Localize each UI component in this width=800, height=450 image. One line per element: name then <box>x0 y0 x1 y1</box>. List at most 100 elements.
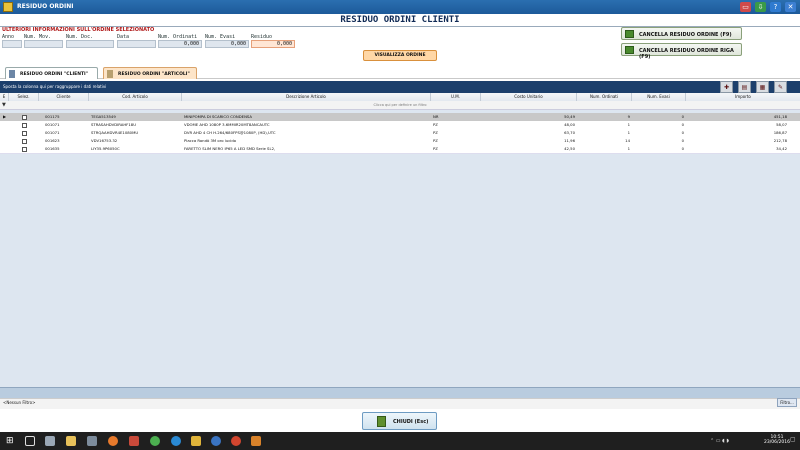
title-bar: RESIDUO ORDINI ▭ ⇩ ? ✕ <box>0 0 800 14</box>
cell-descrizione: MINIPOMPA DI SCARICO CONDENSA <box>184 114 252 119</box>
cell-costo: 48,00 <box>564 122 575 127</box>
cell-um: PZ <box>433 146 438 151</box>
tray-icons[interactable]: ⌃ ▭ ◖ ◗ <box>710 438 729 444</box>
row-checkbox[interactable] <box>22 130 27 136</box>
visualizza-ordine-button[interactable]: VISUALIZZA ORDINE <box>363 50 437 61</box>
col-header-num-evasi[interactable]: Num. Evasi <box>632 93 686 101</box>
taskbar-clock[interactable]: 10:51 23/06/2016 <box>764 435 790 445</box>
field-num-ordinati: 0,000 <box>158 40 202 48</box>
cell-importo: 58,07 <box>776 122 787 127</box>
document-icon <box>107 70 113 78</box>
cell-costo: 50,49 <box>564 114 575 119</box>
firefox-icon[interactable] <box>108 436 118 446</box>
cancella-residuo-riga-button[interactable]: CANCELLA RESIDUO ORDINE RIGA (F9) <box>621 43 742 60</box>
field-anno <box>2 40 22 48</box>
col-header-e[interactable]: E <box>0 93 9 101</box>
cell-costo: 63,70 <box>564 130 575 135</box>
windows-start-icon[interactable]: ⊞ <box>6 436 16 446</box>
tab-clienti[interactable]: RESIDUO ORDINI "CLIENTI" <box>5 67 98 79</box>
row-checkbox[interactable] <box>22 114 27 120</box>
col-header-um[interactable]: U.M. <box>431 93 481 101</box>
app-icon-3[interactable] <box>129 436 139 446</box>
internet-explorer-icon[interactable] <box>171 436 181 446</box>
cell-codice: STRASAHDVDIRAHF18U <box>91 122 136 127</box>
cell-um: PZ <box>433 130 438 135</box>
window-title: RESIDUO ORDINI <box>17 3 74 10</box>
field-num-evasi: 0,000 <box>205 40 249 48</box>
cell-cliente: 001623 <box>45 138 60 143</box>
filter-button[interactable]: Filtro... <box>777 398 797 407</box>
col-header-selez[interactable]: Selez. <box>9 93 39 101</box>
cell-cliente: 001071 <box>45 122 60 127</box>
cell-costo: 11,96 <box>564 138 575 143</box>
cell-evasi: 0 <box>681 122 684 127</box>
col-header-num-ordinati[interactable]: Num. Ordinati <box>577 93 632 101</box>
app-icon-4[interactable] <box>191 436 201 446</box>
cell-codice: LIY35.9P6050C <box>91 146 120 151</box>
cancella-residuo-ordine-button[interactable]: CANCELLA RESIDUO ORDINE (F9) <box>621 27 742 40</box>
cell-evasi: 0 <box>681 146 684 151</box>
cell-codice: TEGA513549 <box>91 114 116 119</box>
task-view-icon[interactable] <box>25 436 35 446</box>
row-checkbox[interactable] <box>22 146 27 152</box>
document-icon <box>9 70 15 78</box>
file-explorer-icon[interactable] <box>66 436 76 446</box>
cell-evasi: 0 <box>681 114 684 119</box>
row-checkbox[interactable] <box>22 122 27 128</box>
page-title: RESIDUO ORDINI CLIENTI <box>0 14 800 27</box>
print-icon[interactable]: ▤ <box>738 81 751 93</box>
field-residuo: 0,000 <box>251 40 295 48</box>
close-icon[interactable]: ✕ <box>785 2 796 12</box>
col-header-cod-articolo[interactable]: Cod. Articolo <box>89 93 182 101</box>
cell-ordinati: 14 <box>625 138 630 143</box>
tab-articoli[interactable]: RESIDUO ORDINI "ARTICOLI" <box>103 67 197 79</box>
clock-date: 23/06/2016 <box>764 440 790 445</box>
notification-icon[interactable]: ▢ <box>790 436 796 443</box>
trash-icon <box>625 30 634 38</box>
layout-icon[interactable]: ▦ <box>756 81 769 93</box>
grid-footer <box>0 387 800 398</box>
tab-clienti-label: RESIDUO ORDINI "CLIENTI" <box>20 71 89 77</box>
col-header-costo-unitario[interactable]: Costo Unitario <box>481 93 577 101</box>
help-icon[interactable]: ? <box>770 2 781 12</box>
cell-importo: 451,18 <box>773 114 787 119</box>
app-icon <box>3 2 13 12</box>
cell-ordinati: 1 <box>627 130 630 135</box>
table-row[interactable]: 001635 LIY35.9P6050C FARETTO SLIM NERO I… <box>0 145 800 154</box>
field-num-doc <box>66 40 114 48</box>
app-icon-5[interactable] <box>211 436 221 446</box>
chiudi-button[interactable]: CHIUDI (Esc) <box>362 412 437 430</box>
col-header-cliente[interactable]: Cliente <box>39 93 89 101</box>
minimize-icon[interactable]: ▭ <box>740 2 751 12</box>
taskbar <box>0 432 800 450</box>
app-icon-7[interactable] <box>251 436 261 446</box>
cell-importo: 186,87 <box>773 130 787 135</box>
col-header-descrizione[interactable]: Descrizione Articolo <box>182 93 431 101</box>
filter-hint: Clicca qui per definire un filtro <box>373 103 427 107</box>
row-checkbox[interactable] <box>22 138 27 144</box>
exit-door-icon <box>377 416 386 427</box>
cell-codice: VDV16753.32 <box>91 138 118 143</box>
field-data <box>117 40 156 48</box>
cancella-residuo-riga-label: CANCELLA RESIDUO ORDINE RIGA (F9) <box>639 47 734 60</box>
restore-icon[interactable]: ⇩ <box>755 2 766 12</box>
settings-icon[interactable]: ✎ <box>774 81 787 93</box>
cell-descrizione: Placca Rondò 3M oro lucido <box>184 138 237 143</box>
cell-descrizione: DVR AHD 4 CH H.264/680FPS@1080P, (HD),UT… <box>184 130 276 135</box>
app-icon-2[interactable] <box>87 436 97 446</box>
tab-articoli-label: RESIDUO ORDINI "ARTICOLI" <box>118 71 190 77</box>
cell-costo: 42,50 <box>564 146 575 151</box>
cell-ordinati: 1 <box>627 146 630 151</box>
app-icon-6[interactable] <box>231 436 241 446</box>
cell-ordinati: 9 <box>627 114 630 119</box>
app-icon-1[interactable] <box>45 436 55 446</box>
export-icon[interactable]: ✚ <box>720 81 733 93</box>
chrome-icon[interactable] <box>150 436 160 446</box>
col-header-importo[interactable]: Importo <box>686 93 800 101</box>
cell-importo: 212,78 <box>773 138 787 143</box>
cell-ordinati: 1 <box>627 122 630 127</box>
cell-um: PZ <box>433 122 438 127</box>
trash-icon <box>625 46 634 54</box>
filter-status-bar <box>0 398 800 409</box>
group-by-bar[interactable] <box>0 81 800 93</box>
